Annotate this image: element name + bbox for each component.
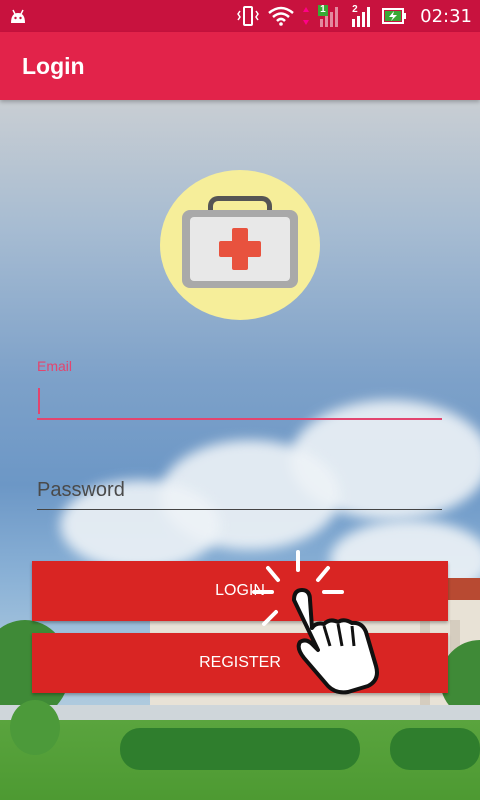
sim1-label: 1 (320, 4, 326, 15)
email-input[interactable] (37, 384, 442, 420)
bush (10, 700, 60, 755)
page-title: Login (22, 52, 85, 79)
email-label: Email (37, 358, 73, 374)
tap-hand-cursor-icon (250, 548, 400, 698)
wifi-icon (268, 6, 294, 26)
status-time: 02:31 (420, 5, 472, 27)
vibrate-icon (236, 5, 260, 27)
battery-charging-icon (382, 7, 408, 25)
signal-sim1-icon: 1 (318, 4, 342, 27)
password-field[interactable] (37, 472, 442, 512)
password-input[interactable] (37, 472, 442, 510)
text-cursor (38, 388, 40, 414)
signal-sim2-icon: 2 (350, 4, 374, 27)
sim2-label: 2 (352, 4, 358, 15)
android-icon (8, 7, 28, 25)
status-bar: 1 2 02:31 (0, 0, 480, 32)
email-field[interactable]: Email (37, 358, 442, 422)
hedge (120, 728, 360, 770)
data-arrows-icon (302, 6, 310, 26)
hedge (390, 728, 480, 770)
app-bar: Login (0, 32, 480, 100)
